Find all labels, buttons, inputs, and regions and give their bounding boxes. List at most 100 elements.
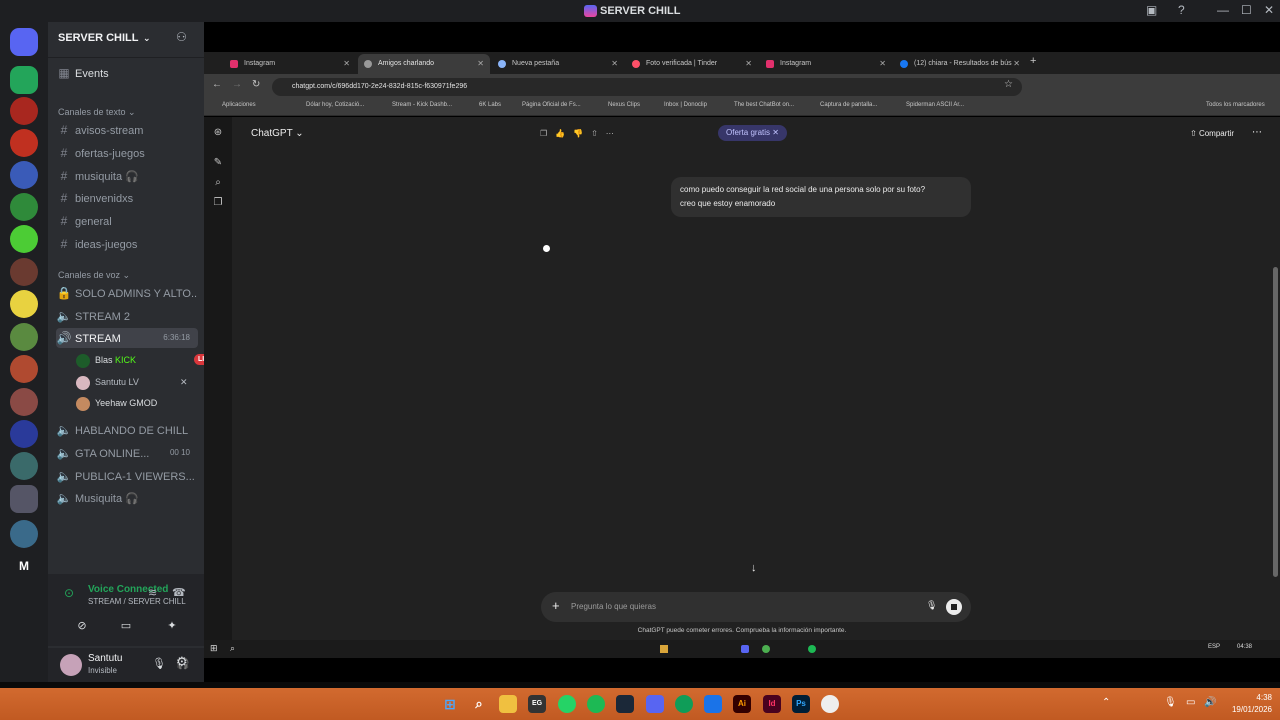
voice-channel-hablando[interactable]: 🔈 HABLANDO DE CHILL bbox=[56, 420, 198, 440]
close-icon[interactable]: ✕ bbox=[879, 54, 886, 74]
events-item[interactable]: ▦ Events bbox=[56, 63, 198, 83]
inbox-icon[interactable]: ▣ bbox=[1146, 3, 1157, 17]
tray-expand-icon[interactable]: ⌃ bbox=[1102, 697, 1110, 708]
server-icon-yellow[interactable] bbox=[10, 290, 38, 318]
channel-general[interactable]: # general bbox=[56, 211, 198, 231]
composer[interactable]: + Pregunta lo que quieras 🎙 bbox=[541, 592, 971, 622]
forward-icon[interactable]: → bbox=[232, 79, 242, 90]
microphone-icon[interactable]: 🎙 bbox=[152, 657, 166, 670]
stop-button[interactable] bbox=[946, 599, 962, 615]
voice-channel-admins[interactable]: 🔒 SOLO ADMINS Y ALTO... bbox=[56, 283, 198, 303]
steam-icon[interactable] bbox=[616, 695, 634, 713]
bookmark-item[interactable]: Nexus Clips bbox=[608, 102, 640, 108]
plus-icon[interactable]: + bbox=[552, 598, 560, 613]
close-icon[interactable]: ✕ bbox=[343, 54, 350, 74]
bookmark-item[interactable]: Inbox | Donoclip bbox=[664, 102, 707, 108]
server-icon-green[interactable] bbox=[10, 66, 38, 94]
scroll-down-icon[interactable]: ↓ bbox=[751, 562, 757, 574]
tab-tinder[interactable]: Foto verificada | Tinder ✕ bbox=[626, 54, 758, 74]
minimize-button[interactable]: — bbox=[1217, 3, 1229, 17]
library-icon[interactable]: ❐ bbox=[212, 197, 224, 209]
category-text[interactable]: Canales de texto ⌄ bbox=[58, 107, 136, 118]
microphone-icon[interactable]: 🎙 bbox=[926, 600, 937, 611]
server-icon-olive[interactable] bbox=[10, 323, 38, 351]
bookmark-item[interactable]: The best ChatBot on... bbox=[734, 102, 794, 108]
disconnect-icon[interactable]: ☎ bbox=[172, 586, 186, 599]
prompt-input[interactable]: Pregunta lo que quieras bbox=[571, 602, 656, 611]
windows-start-icon[interactable]: ⊞ bbox=[441, 695, 459, 713]
app-icon-blue[interactable] bbox=[704, 695, 722, 713]
user-name[interactable]: Santutu bbox=[88, 653, 122, 664]
server-icon-car[interactable] bbox=[10, 129, 38, 157]
bookmark-item[interactable]: Página Oficial de Fs... bbox=[522, 102, 581, 108]
close-icon[interactable]: ✕ bbox=[611, 54, 618, 74]
server-icon-brown[interactable] bbox=[10, 258, 38, 286]
tab-instagram-2[interactable]: Instagram ✕ bbox=[760, 54, 892, 74]
server-icon-frog[interactable] bbox=[10, 193, 38, 221]
edge-icon[interactable] bbox=[675, 695, 693, 713]
avatar[interactable] bbox=[60, 654, 82, 676]
screen-share-button[interactable]: ▭ bbox=[112, 616, 140, 636]
illustrator-icon[interactable]: Ai bbox=[733, 695, 751, 713]
voice-channel-gta[interactable]: 🔈 GTA ONLINE... 00 10 bbox=[56, 443, 198, 463]
server-icon-lime[interactable] bbox=[10, 225, 38, 253]
maximize-button[interactable]: ☐ bbox=[1241, 3, 1252, 17]
server-icon-blue[interactable] bbox=[10, 161, 38, 189]
search-icon[interactable]: ⌕ bbox=[470, 695, 488, 713]
server-folder-icon[interactable] bbox=[10, 485, 38, 513]
indesign-icon[interactable]: Id bbox=[763, 695, 781, 713]
add-user-icon[interactable]: ⚇ bbox=[176, 30, 190, 44]
server-icon-navy[interactable] bbox=[10, 420, 38, 448]
bookmark-item[interactable]: Spiderman ASCII Ar... bbox=[906, 102, 964, 108]
discord-home-icon[interactable] bbox=[10, 28, 38, 56]
voice-channel-publica[interactable]: 🔈 PUBLICA-1 VIEWERS... bbox=[56, 466, 198, 486]
all-bookmarks[interactable]: Todos los marcadores bbox=[1206, 102, 1265, 108]
scrollbar[interactable] bbox=[1273, 267, 1278, 577]
close-icon[interactable]: ✕ bbox=[745, 54, 752, 74]
member-santutu[interactable]: Santutu LV ✕ bbox=[76, 373, 198, 391]
bookmark-item[interactable]: 6K Labs bbox=[479, 102, 501, 108]
noise-suppression-icon[interactable]: ≋ bbox=[148, 586, 157, 599]
more-options-icon[interactable]: ⋯ bbox=[1252, 127, 1262, 138]
chrome-icon[interactable] bbox=[821, 695, 839, 713]
tab-instagram[interactable]: Instagram ✕ bbox=[224, 54, 356, 74]
message-actions[interactable]: ❐👍👎⇧⋯ bbox=[540, 129, 622, 138]
tab-nueva-pestana[interactable]: Nueva pestaña ✕ bbox=[492, 54, 624, 74]
photoshop-icon[interactable]: Ps bbox=[792, 695, 810, 713]
new-tab-button[interactable]: + bbox=[1030, 55, 1036, 67]
tab-amigos-charlando[interactable]: Amigos charlando ✕ bbox=[358, 54, 490, 74]
close-button[interactable]: ✕ bbox=[1264, 3, 1274, 17]
server-icon-portrait[interactable] bbox=[10, 355, 38, 383]
server-icon-robot[interactable] bbox=[10, 520, 38, 548]
bookmark-item[interactable]: Stream - Kick Dashb... bbox=[392, 102, 452, 108]
volume-icon[interactable]: 🔊 bbox=[1204, 697, 1216, 708]
server-icon-m[interactable]: M bbox=[10, 552, 38, 580]
voice-channel-stream[interactable]: 🔊 STREAM 6:36:18 bbox=[56, 328, 198, 348]
settings-gear-icon[interactable]: ⚙ bbox=[176, 654, 188, 670]
channel-musiquita[interactable]: # musiquita 🎧 bbox=[56, 166, 198, 186]
openai-logo-icon[interactable]: ⊛ bbox=[212, 127, 224, 139]
bookmark-item[interactable]: Dólar hoy, Cotizació... bbox=[306, 102, 364, 108]
microphone-icon[interactable]: 🎙 bbox=[1164, 697, 1177, 708]
back-icon[interactable]: ← bbox=[212, 79, 222, 90]
model-selector[interactable]: ChatGPT ⌄ bbox=[251, 128, 304, 139]
member-blas[interactable]: Blas KICKLIVE bbox=[76, 351, 218, 369]
help-icon[interactable]: ? bbox=[1178, 3, 1185, 17]
channel-bienvenidxs[interactable]: # bienvenidxs bbox=[56, 188, 198, 208]
system-clock[interactable]: 4:38 19/01/2026 bbox=[1228, 692, 1272, 716]
discord-icon[interactable] bbox=[646, 695, 664, 713]
close-icon[interactable]: ✕ bbox=[1013, 54, 1020, 74]
server-icon-red[interactable] bbox=[10, 97, 38, 125]
offer-badge[interactable]: Oferta gratis ✕ bbox=[718, 125, 787, 141]
bookmark-star-icon[interactable]: ☆ bbox=[1004, 79, 1013, 90]
voice-channel-stream-2[interactable]: 🔈 STREAM 2 bbox=[56, 306, 198, 326]
whatsapp-icon[interactable] bbox=[558, 695, 576, 713]
server-icon-face[interactable] bbox=[10, 388, 38, 416]
bookmark-item[interactable]: Captura de pantalla... bbox=[820, 102, 877, 108]
channel-ideas-juegos[interactable]: # ideas-juegos bbox=[56, 234, 198, 254]
voice-location[interactable]: STREAM / SERVER CHILL bbox=[88, 597, 186, 606]
file-explorer-icon[interactable] bbox=[499, 695, 517, 713]
search-icon[interactable]: ⌕ bbox=[212, 177, 224, 189]
reload-icon[interactable]: ↻ bbox=[252, 79, 260, 90]
member-yeehaw[interactable]: Yeehaw GMOD bbox=[76, 394, 157, 412]
